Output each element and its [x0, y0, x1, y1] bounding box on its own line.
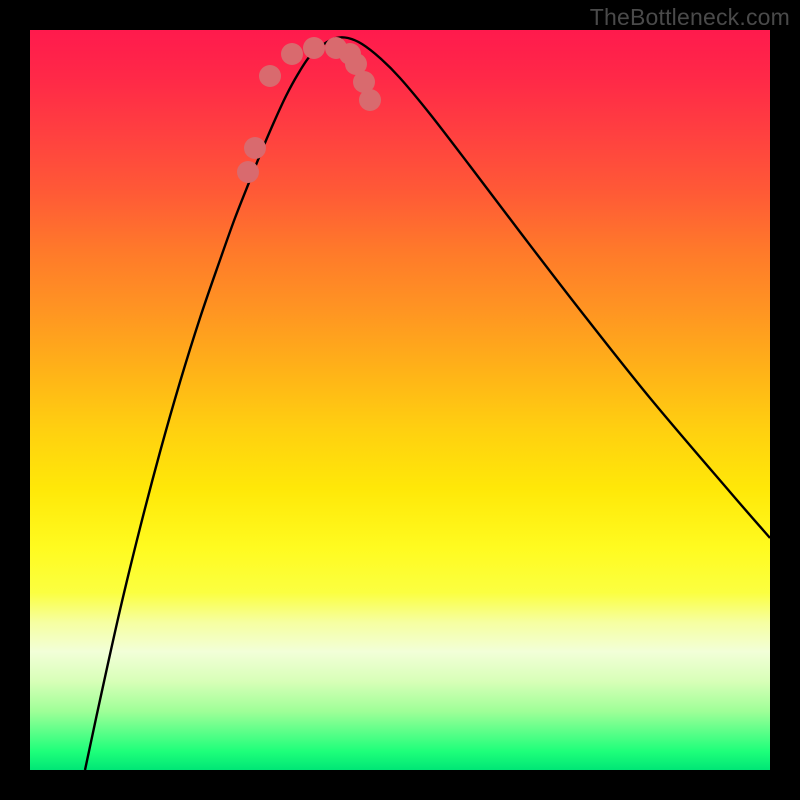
watermark-text: TheBottleneck.com	[590, 4, 790, 31]
data-marker	[303, 37, 325, 59]
chart-frame: TheBottleneck.com	[0, 0, 800, 800]
data-marker	[359, 89, 381, 111]
data-marker	[237, 161, 259, 183]
curve-layer	[30, 30, 770, 770]
data-marker	[281, 43, 303, 65]
data-marker	[259, 65, 281, 87]
data-marker	[244, 137, 266, 159]
bottleneck-curve	[85, 37, 770, 770]
plot-area	[30, 30, 770, 770]
